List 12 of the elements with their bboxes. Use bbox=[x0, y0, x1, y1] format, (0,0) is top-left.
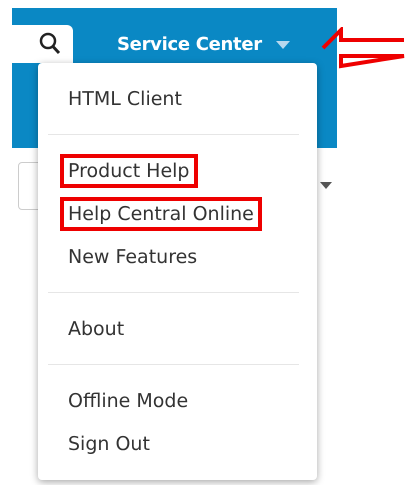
account-menu-button[interactable]: Service Center bbox=[117, 25, 262, 63]
menu-item[interactable]: Help Central Online bbox=[60, 196, 262, 230]
search-icon bbox=[39, 32, 61, 56]
search-button[interactable] bbox=[12, 25, 73, 63]
menu-item[interactable]: New Features bbox=[60, 240, 206, 274]
menu-item[interactable]: About bbox=[60, 312, 132, 346]
menu-item[interactable]: Offline Mode bbox=[60, 384, 196, 418]
menu-item[interactable]: HTML Client bbox=[60, 82, 190, 116]
caret-icon bbox=[320, 182, 332, 189]
menu-item[interactable]: Sign Out bbox=[60, 426, 158, 460]
arrow-icon bbox=[320, 27, 406, 69]
menu-item[interactable]: Product Help bbox=[60, 154, 198, 188]
